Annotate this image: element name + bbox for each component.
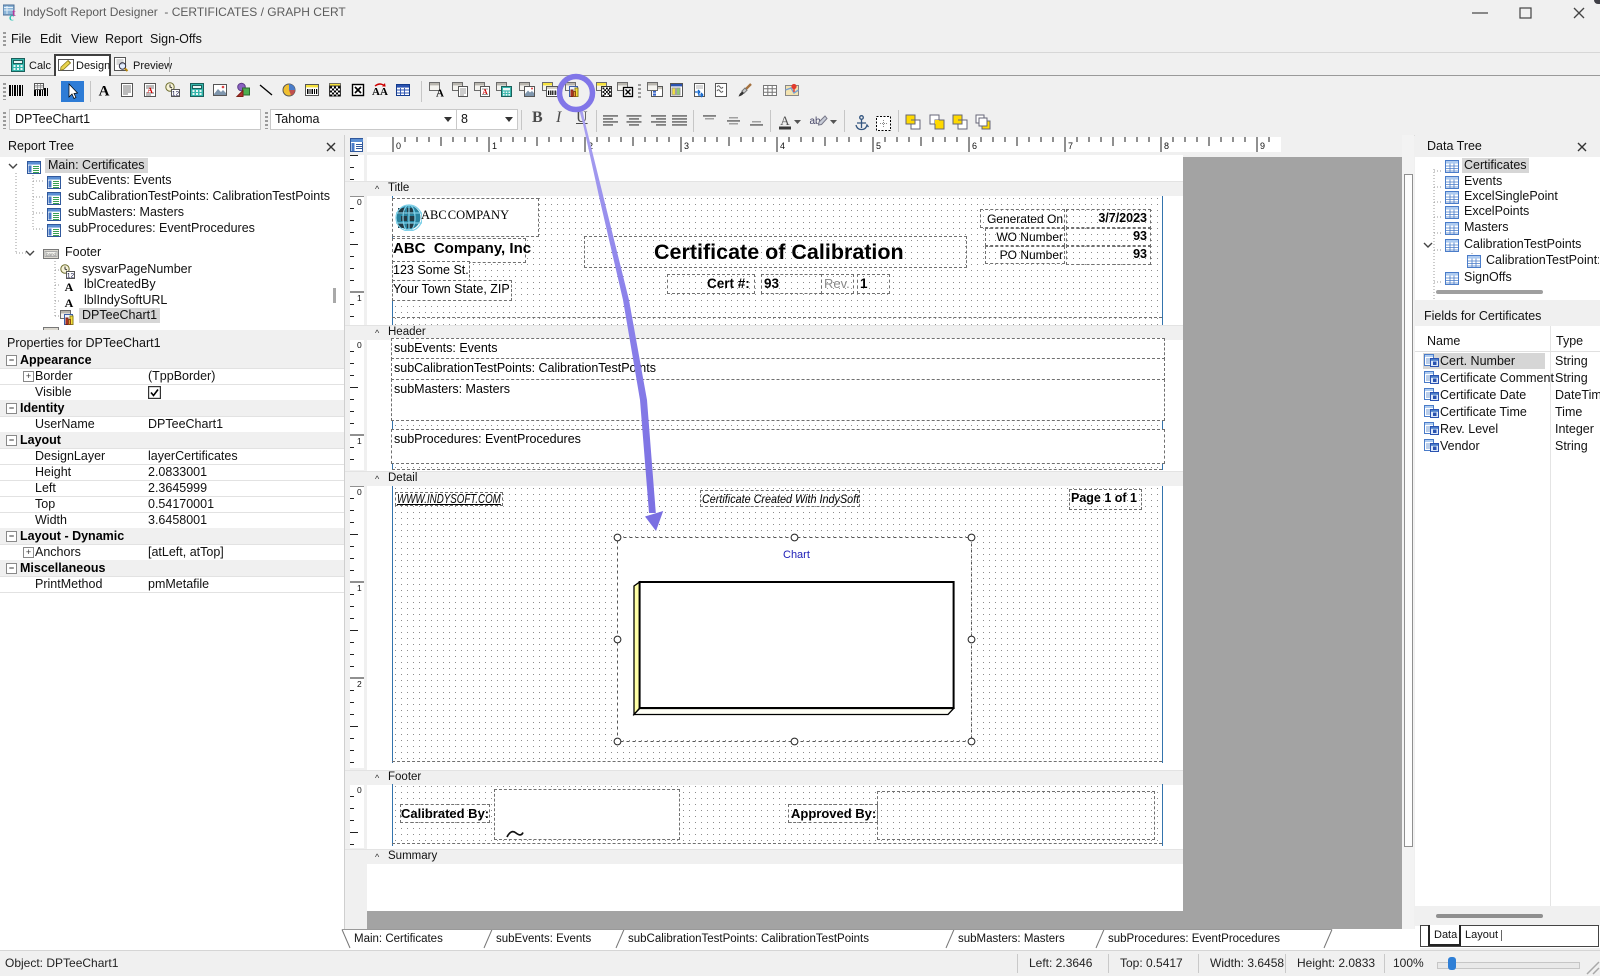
svg-text:2: 2 xyxy=(357,679,362,689)
svg-text:A: A xyxy=(65,280,74,294)
svg-text:7: 7 xyxy=(1068,141,1073,151)
svg-text:0: 0 xyxy=(357,197,362,207)
svg-text:0: 0 xyxy=(357,340,362,350)
svg-text:6: 6 xyxy=(972,141,977,151)
svg-text:1: 1 xyxy=(492,141,497,151)
svg-text:c: c xyxy=(9,12,14,22)
svg-text:0: 0 xyxy=(357,785,362,795)
svg-text:0: 0 xyxy=(357,487,362,497)
svg-text:0: 0 xyxy=(396,141,401,151)
svg-text:2: 2 xyxy=(588,141,593,151)
svg-text:A: A xyxy=(65,296,74,310)
svg-text:A: A xyxy=(780,114,790,128)
svg-text:A: A xyxy=(147,86,153,95)
svg-text:A: A xyxy=(372,86,380,98)
svg-text:1: 1 xyxy=(357,583,362,593)
svg-text:1: 1 xyxy=(357,293,362,303)
svg-text:A: A xyxy=(482,88,487,96)
svg-text:5: 5 xyxy=(876,141,881,151)
svg-text:3: 3 xyxy=(684,141,689,151)
svg-text:A: A xyxy=(99,84,110,100)
svg-text:A: A xyxy=(380,86,388,98)
svg-text:1: 1 xyxy=(357,436,362,446)
svg-text:8: 8 xyxy=(1164,141,1169,151)
svg-text:4: 4 xyxy=(780,141,785,151)
svg-text:9: 9 xyxy=(1260,141,1265,151)
svg-text:A: A xyxy=(436,88,444,100)
svg-text:band: band xyxy=(46,252,57,257)
svg-text:12: 12 xyxy=(172,91,180,98)
